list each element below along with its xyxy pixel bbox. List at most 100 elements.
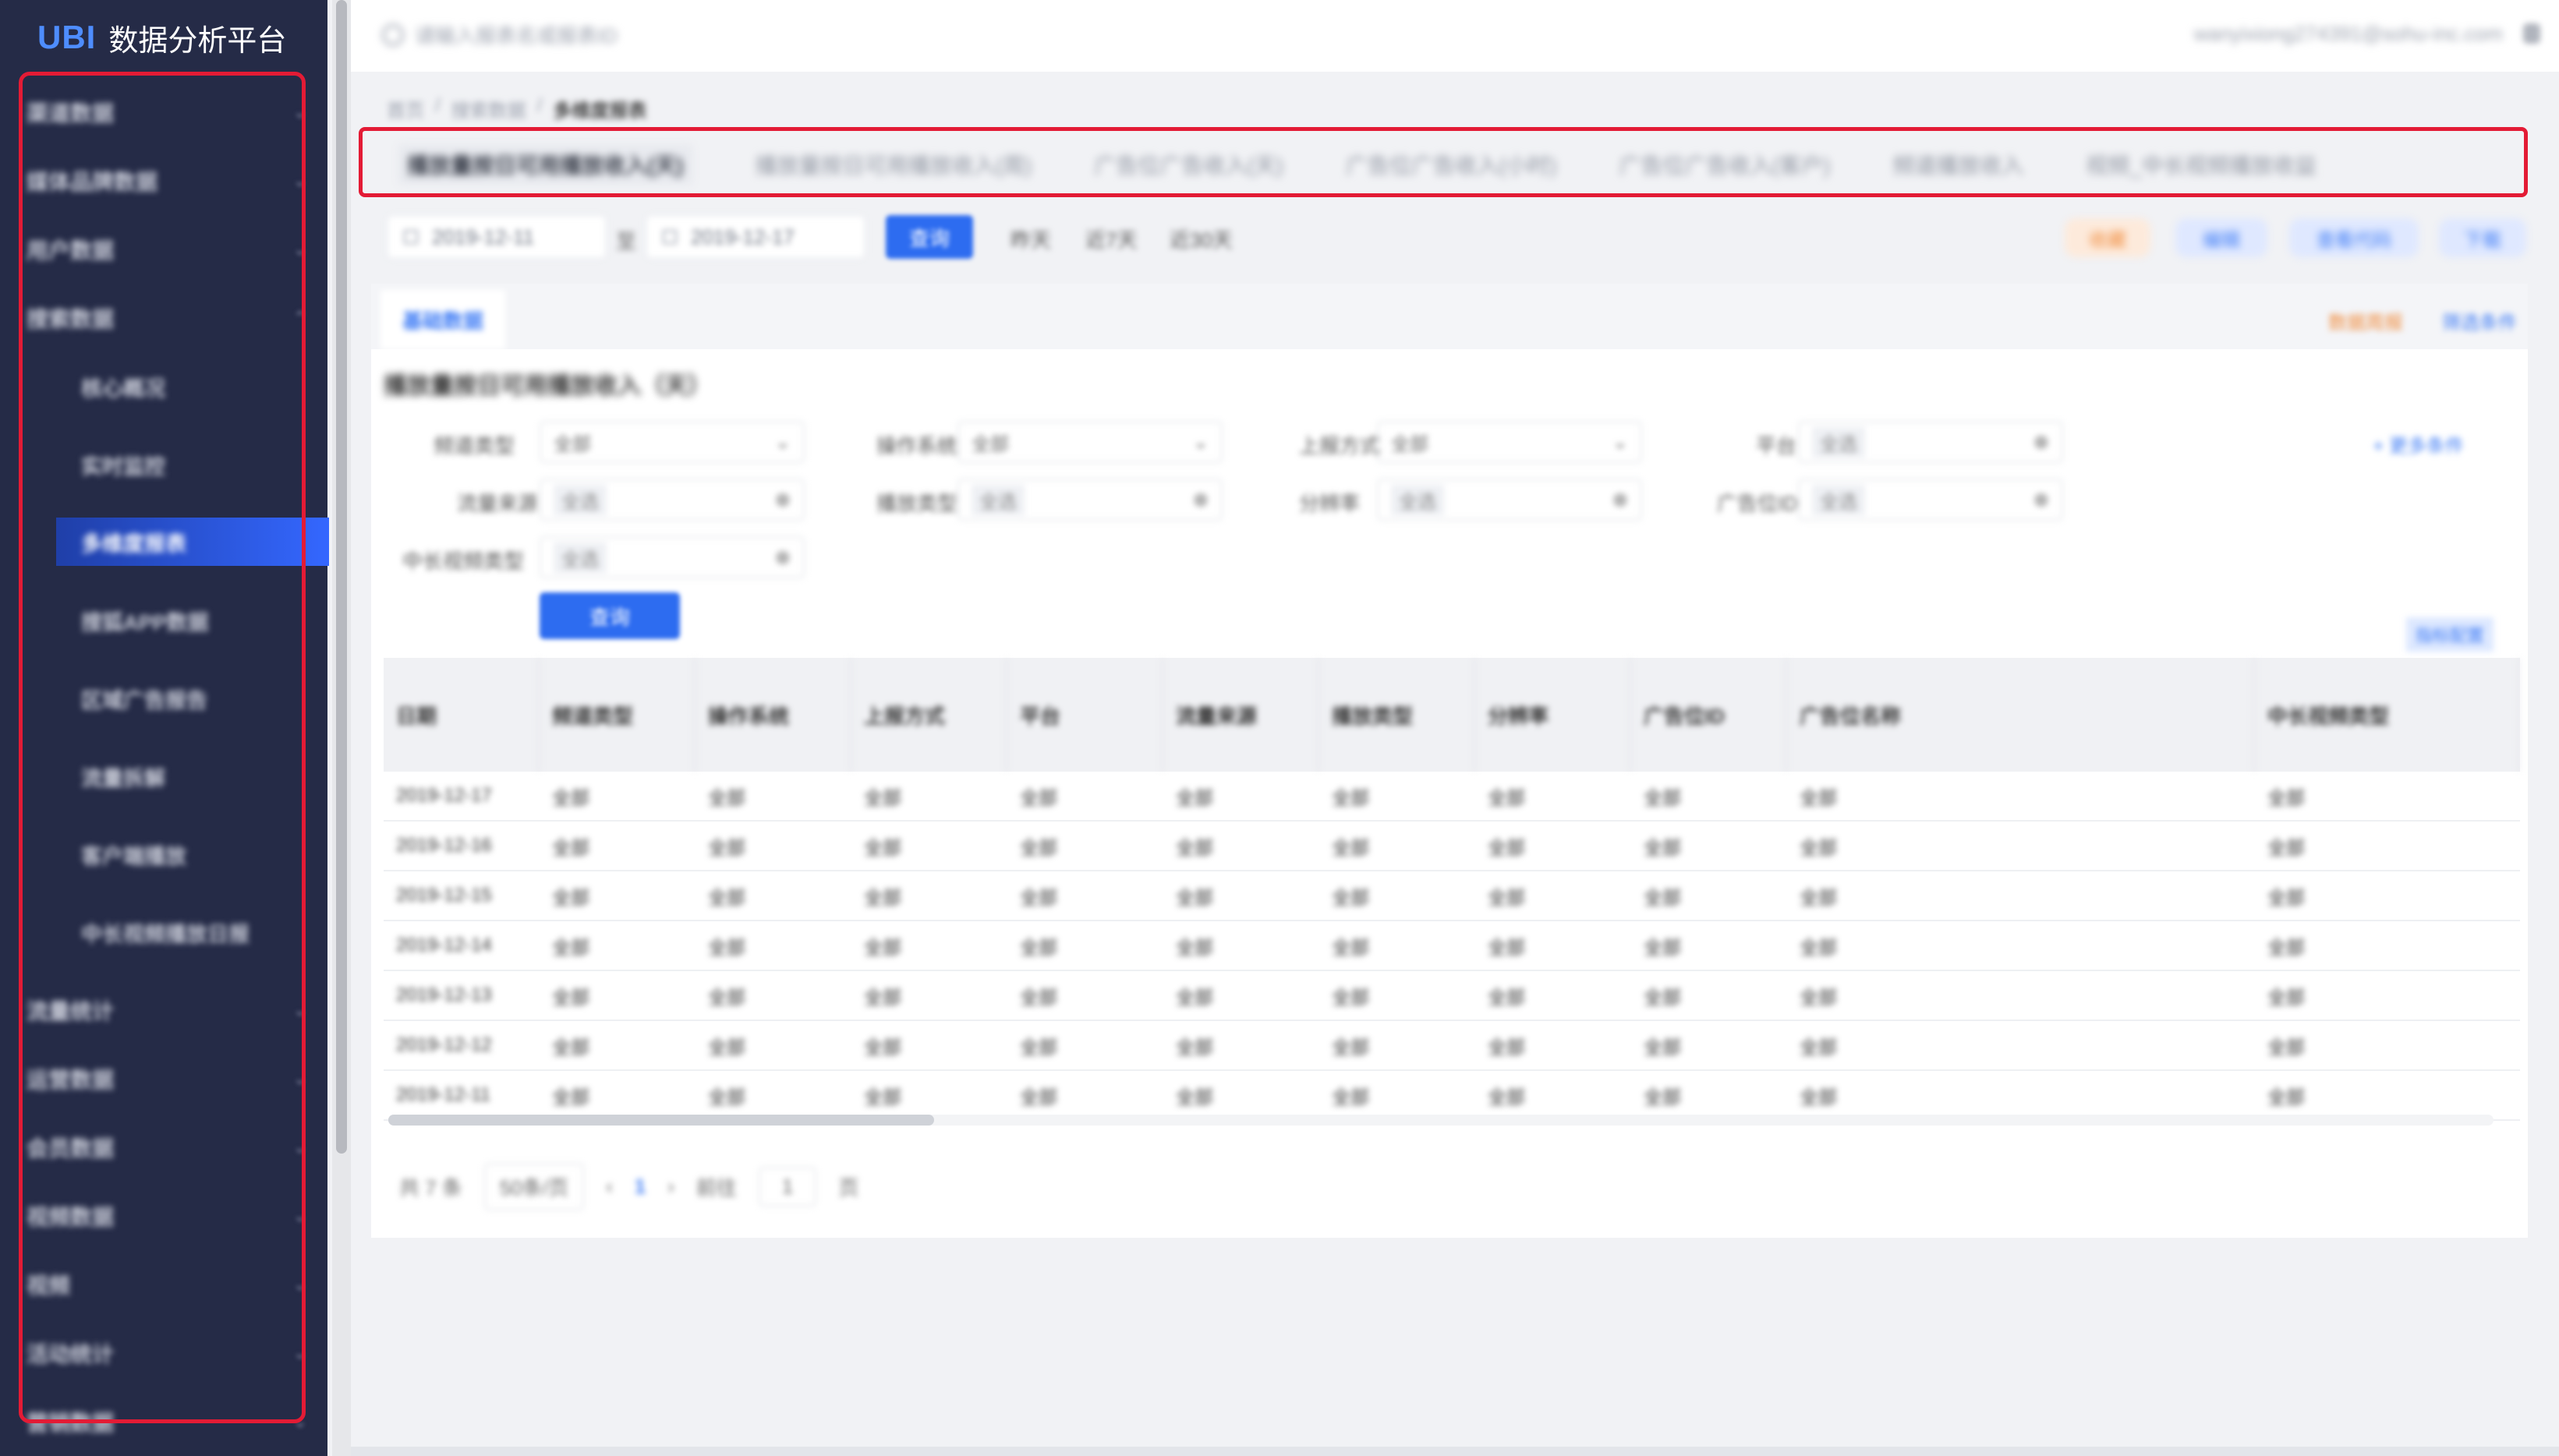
page-unit-label: 页 [838,1176,859,1200]
breadcrumb-home[interactable]: 首页 [387,95,424,122]
table-row: 2019-12-17 全部 全部 全部 全部 全部 全部 全部 全部 全部 全部 [384,772,2520,822]
column-header[interactable]: 广告位ID [1631,658,1787,772]
card-tab-bar: 基础数据 数据周报 筛选条件 [371,284,2528,349]
breadcrumb: 首页 / 搜索数据 / 多维度报表 [387,95,647,122]
column-config-button[interactable]: 指标配置 [2405,617,2494,652]
table-cell: 全部 [1644,1037,1681,1058]
report-method-select[interactable]: 全部 ⌄ [1377,421,1642,463]
column-header[interactable]: 播放类型 [1319,658,1475,772]
user-account-menu[interactable]: wanyixiong274391@sohu-inc.com [2194,22,2503,46]
table-cell: 全部 [864,837,901,859]
filter-label: 播放类型 [876,492,958,515]
quick-30days[interactable]: 近30天 [1170,224,1233,253]
column-header[interactable]: 频道类型 [540,658,695,772]
table-cell: 全部 [1020,1037,1057,1058]
total-count: 共 7 条 [399,1176,462,1200]
quick-yesterday[interactable]: 昨天 [1011,224,1051,253]
traffic-source-select[interactable]: 全选 ⊗ [540,479,805,521]
table-cell: 全部 [1800,837,1837,859]
table-cell: 全部 [1332,987,1369,1009]
table-cell: 全部 [1020,987,1057,1009]
table-cell: 全部 [1644,987,1681,1009]
date-start-input[interactable]: 2019-12-11 [387,215,607,259]
table-cell: 全部 [1488,837,1525,859]
column-header[interactable]: 操作系统 [695,658,851,772]
goto-page-input[interactable]: 1 [758,1167,817,1207]
clear-icon[interactable]: ⊗ [775,546,791,569]
pagination: 共 7 条 50条/页 ‹ 1 › 前往 1 页 [399,1163,858,1210]
table-cell: 全部 [1332,1087,1369,1108]
download-button[interactable]: 下载 [2439,218,2526,257]
more-filters-link[interactable]: + 更多条件 [2373,430,2464,458]
app-logo[interactable]: UBI 数据分析平台 [37,14,286,61]
table-row: 2019-12-14 全部 全部 全部 全部 全部 全部 全部 全部 全部 全部 [384,921,2520,971]
scrollbar-thumb[interactable] [336,0,347,1154]
table-cell: 全部 [1488,887,1525,909]
filter-link[interactable]: 筛选条件 [2442,307,2517,334]
ad-slot-select[interactable]: 全选 ⊗ [1798,479,2063,521]
column-header[interactable]: 中长视频类型 [2255,658,2520,772]
table-cell: 全部 [1800,1087,1837,1108]
bottom-scrollbar[interactable] [351,1447,2559,1456]
table-cell: 全部 [864,1087,901,1108]
sidebar-highlight-box [19,72,306,1423]
quick-7days[interactable]: 近7天 [1085,224,1137,253]
table-cell: 全部 [1176,987,1213,1009]
filter-label: 流量来源 [457,492,539,515]
column-header[interactable]: 平台 [1007,658,1163,772]
table-cell: 全部 [2267,887,2305,909]
filter-label: 分辨率 [1299,492,1361,515]
table-horizontal-scrollbar[interactable] [388,1115,2494,1126]
column-header[interactable]: 分辨率 [1475,658,1631,772]
os-select[interactable]: 全部 ⌄ [957,421,1223,463]
column-header[interactable]: 日期 [384,658,540,772]
page-size-select[interactable]: 50条/页 [483,1163,585,1210]
table-cell: 全部 [864,1037,901,1058]
breadcrumb-section[interactable]: 搜索数据 [451,95,526,122]
tab-basic-data[interactable]: 基础数据 [380,290,505,349]
column-header[interactable]: 上报方式 [851,658,1007,772]
search-input[interactable]: 请输入报表名或报表ID [382,20,618,49]
next-page-icon[interactable]: › [667,1175,674,1199]
user-icon[interactable] [2523,23,2540,44]
channel-type-select[interactable]: 全部 ⌄ [540,421,805,463]
sidebar-scrollbar[interactable] [332,0,351,1456]
platform-select[interactable]: 全选 ⊗ [1798,421,2063,463]
table-header: 日期 频道类型 操作系统 上报方式 平台 流量来源 播放类型 分辨率 广告位ID… [384,658,2520,772]
date-query-button[interactable]: 查询 [886,215,973,259]
filter-search-button[interactable]: 查询 [540,592,680,639]
date-end-input[interactable]: 2019-12-17 [646,215,865,259]
page-number[interactable]: 1 [635,1175,646,1199]
weekly-link[interactable]: 数据周报 [2328,307,2403,334]
view-code-button[interactable]: 查看代码 [2289,218,2419,257]
long-video-type-select[interactable]: 全选 ⊗ [540,536,805,578]
play-type-select[interactable]: 全选 ⊗ [957,479,1223,521]
scrollbar-thumb[interactable] [388,1115,934,1126]
clear-icon[interactable]: ⊗ [1612,489,1628,511]
edit-button[interactable]: 编辑 [2175,218,2267,257]
column-header[interactable]: 广告位名称 [1787,658,2255,772]
table-cell: 全部 [1644,1087,1681,1108]
clear-icon[interactable]: ⊗ [2033,489,2049,511]
table-cell: 全部 [1488,937,1525,959]
chevron-down-icon: ⌄ [774,431,791,453]
table-cell: 全部 [2267,1037,2305,1058]
table-cell: 全部 [2267,837,2305,859]
column-header[interactable]: 流量来源 [1163,658,1319,772]
clear-icon[interactable]: ⊗ [775,489,791,511]
filter-label: 操作系统 [876,434,958,458]
table-cell: 2019-12-15 [396,885,492,906]
table-cell: 全部 [552,1037,589,1058]
resolution-select[interactable]: 全选 ⊗ [1377,479,1642,521]
clear-icon[interactable]: ⊗ [1193,489,1209,511]
filter-label: 上报方式 [1299,434,1381,458]
table-cell: 全部 [1800,987,1837,1009]
clear-icon[interactable]: ⊗ [2033,431,2049,454]
favorite-button[interactable]: 收藏 [2065,218,2150,257]
table-cell: 全部 [864,937,901,959]
table-cell: 全部 [708,937,745,959]
goto-label: 前往 [695,1176,737,1200]
table-cell: 全部 [708,1037,745,1058]
table-cell: 全部 [1176,1037,1213,1058]
prev-page-icon[interactable]: ‹ [606,1175,613,1199]
